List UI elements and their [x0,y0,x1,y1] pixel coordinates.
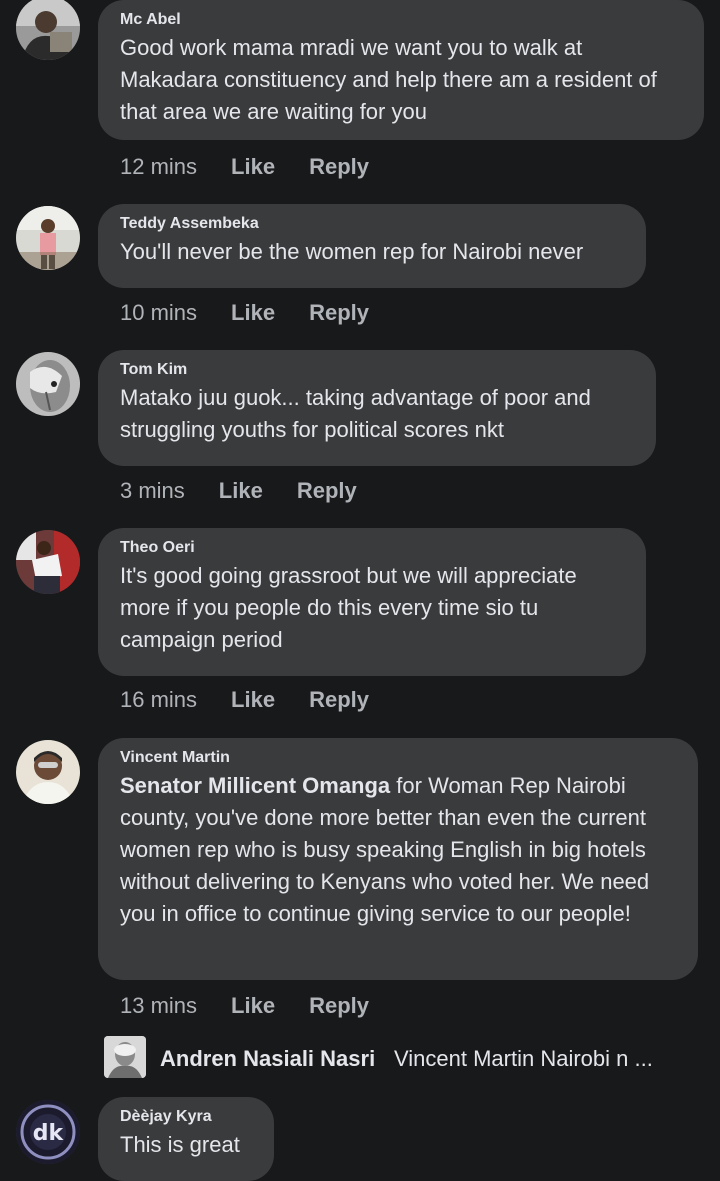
comment-timestamp[interactable]: 10 mins [120,300,197,326]
avatar[interactable] [16,740,80,804]
comment-bubble: Theo Oeri It's good going grassroot but … [98,528,646,676]
comment-bubble: Tom Kim Matako juu guok... taking advant… [98,350,656,466]
comment-bubble: Teddy Assembeka You'll never be the wome… [98,204,646,288]
avatar[interactable]: dk [16,1100,80,1164]
avatar[interactable] [16,352,80,416]
comment-author[interactable]: Mc Abel [120,10,682,30]
like-button[interactable]: Like [231,300,275,326]
reply-snippet: Vincent Martin Nairobi n ... [394,1046,653,1071]
comment-actions: 13 mins Like Reply [120,993,369,1019]
avatar[interactable] [16,0,80,60]
comment-bubble: Vincent Martin Senator Millicent Omanga … [98,738,698,980]
comment-author[interactable]: Dèèjay Kyra [120,1107,252,1127]
comment-actions: 10 mins Like Reply [120,300,369,326]
comment-author[interactable]: Tom Kim [120,360,634,380]
comment-author[interactable]: Theo Oeri [120,538,624,558]
comment-text: Good work mama mradi we want you to walk… [120,35,657,124]
avatar[interactable] [16,206,80,270]
like-button[interactable]: Like [231,687,275,713]
comment-text: It's good going grassroot but we will ap… [120,563,577,652]
comment-bubble: Dèèjay Kyra This is great [98,1097,274,1181]
comment-bubble: Mc Abel Good work mama mradi we want you… [98,0,704,140]
reply-button[interactable]: Reply [309,154,369,180]
comment-timestamp[interactable]: 12 mins [120,154,197,180]
comment-timestamp[interactable]: 16 mins [120,687,197,713]
comment-timestamp[interactable]: 3 mins [120,478,185,504]
reply-button[interactable]: Reply [309,687,369,713]
reply-button[interactable]: Reply [309,993,369,1019]
avatar-badge: dk [33,1121,65,1146]
like-button[interactable]: Like [231,154,275,180]
like-button[interactable]: Like [231,993,275,1019]
comment-text: Matako juu guok... taking advantage of p… [120,385,591,442]
reply-button[interactable]: Reply [309,300,369,326]
mention-link[interactable]: Senator Millicent Omanga [120,773,390,798]
reply-author[interactable]: Andren Nasiali Nasri [160,1046,375,1072]
comment-text: This is great [120,1132,240,1157]
comment-actions: 16 mins Like Reply [120,687,369,713]
like-button[interactable]: Like [219,478,263,504]
comment-text: Senator Millicent Omanga for Woman Rep N… [120,770,676,930]
reply-button[interactable]: Reply [297,478,357,504]
comment-timestamp[interactable]: 13 mins [120,993,197,1019]
comment-text: You'll never be the women rep for Nairob… [120,239,584,264]
avatar[interactable] [16,530,80,594]
comment-actions: 3 mins Like Reply [120,478,357,504]
reply-avatar[interactable] [104,1036,146,1078]
comment-author[interactable]: Vincent Martin [120,748,676,768]
comment-author[interactable]: Teddy Assembeka [120,214,624,234]
comment-actions: 12 mins Like Reply [120,154,369,180]
